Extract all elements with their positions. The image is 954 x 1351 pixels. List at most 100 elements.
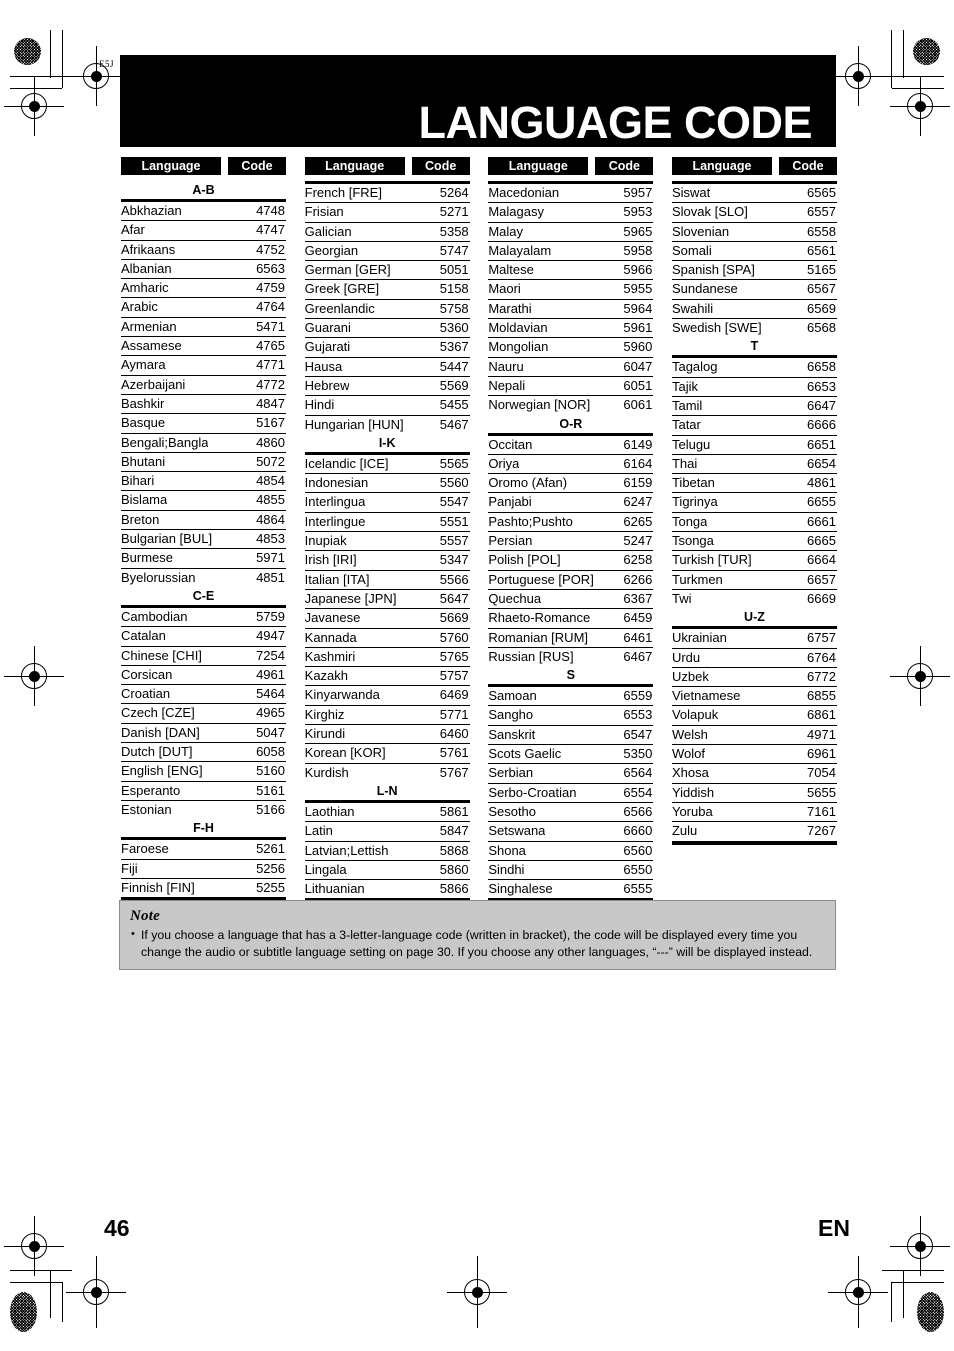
language-name: Indonesian xyxy=(304,475,369,491)
language-name: Sangho xyxy=(488,707,534,723)
language-code-value: 5261 xyxy=(256,841,285,857)
language-name: Samoan xyxy=(488,688,537,704)
table-row: Russian [RUS] 6467 xyxy=(488,648,653,666)
table-row: Sanskrit 6547 xyxy=(488,726,654,746)
language-code-value: 5471 xyxy=(256,318,285,334)
language-code-value: 6266 xyxy=(623,571,653,587)
table-row: Kannada 5760 xyxy=(304,629,470,648)
language-code-value: 5467 xyxy=(439,416,469,432)
density-dot xyxy=(10,1292,37,1332)
table-row: Somali 6561 xyxy=(671,242,837,262)
table-row: Irish [IRI] 5347 xyxy=(304,551,470,571)
language-name: Telugu xyxy=(671,436,711,452)
language-code-value: 7267 xyxy=(807,823,836,839)
imposition-code: E5J xyxy=(99,59,114,69)
table-row: Czech [CZE] 4965 xyxy=(121,704,286,724)
language-name: Setswana xyxy=(488,823,546,839)
language-name: Tatar xyxy=(671,417,701,433)
registration-mark xyxy=(4,76,64,136)
table-row: Inupiak 5557 xyxy=(304,532,470,552)
language-code-value: 4854 xyxy=(256,473,285,489)
language-name: Yoruba xyxy=(671,803,713,819)
language-name: Persian xyxy=(488,533,533,549)
language-name: Twi xyxy=(671,590,692,606)
language-code-value: 4772 xyxy=(256,376,285,392)
table-row: Georgian 5747 xyxy=(304,242,470,262)
language-code-value: 5647 xyxy=(439,590,469,606)
column-header-code: Code xyxy=(228,157,286,175)
language-code-value: 4759 xyxy=(256,280,285,296)
note-heading: Note xyxy=(130,908,160,924)
language-name: Thai xyxy=(671,455,698,471)
language-group: T Tagalog 6658 Tajik 6653 Tamil 6647 Tatar 6666 T… xyxy=(671,337,837,608)
language-name: Malay xyxy=(488,223,523,239)
table-row: Polish [POL] 6258 xyxy=(488,551,654,571)
language-name: Guarani xyxy=(304,320,351,336)
language-code-value: 6149 xyxy=(623,436,653,452)
registration-mark xyxy=(828,46,888,106)
table-row: Malay 5965 xyxy=(488,223,654,242)
table-row: Corsican 4961 xyxy=(121,666,286,686)
language-code-value: 5158 xyxy=(439,281,469,297)
table-row: Scots Gaelic 5350 xyxy=(488,745,654,765)
table-row: Aymara 4771 xyxy=(121,356,286,376)
language-name: Burmese xyxy=(121,550,174,566)
language-code-value: 4765 xyxy=(256,338,285,354)
table-row: Oriya 6164 xyxy=(488,455,654,475)
section-header: T xyxy=(750,339,759,354)
language-code-value: 5861 xyxy=(439,803,469,819)
table-row: Amharic 4759 xyxy=(121,279,286,299)
language-code-value: 7054 xyxy=(807,765,836,781)
crop-mark xyxy=(62,1282,63,1322)
language-name: Croatian xyxy=(121,686,171,702)
table-end-rule xyxy=(671,840,837,845)
language-code-value: 6558 xyxy=(807,223,836,239)
language-name: Czech [CZE] xyxy=(121,705,195,721)
language-code-value: 5247 xyxy=(623,533,653,549)
language-name: Lingala xyxy=(304,861,347,877)
language-name: Uzbek xyxy=(671,668,709,684)
language-name: Abkhazian xyxy=(121,203,182,218)
language-name: Bhutani xyxy=(121,453,166,469)
registration-mark xyxy=(890,646,950,706)
language-name: Volapuk xyxy=(671,707,719,723)
language-name: Sesotho xyxy=(488,803,537,819)
language-name: Marathi xyxy=(488,300,532,316)
language-name: Greenlandic xyxy=(304,300,375,316)
table-row: Twi 6669 xyxy=(672,590,837,608)
section-header: O-R xyxy=(559,416,583,431)
language-name: Maori xyxy=(488,281,521,297)
language-code-value: 6564 xyxy=(623,765,653,781)
table-row: Arabic 4764 xyxy=(121,298,286,318)
density-dot xyxy=(917,1292,944,1332)
density-dot xyxy=(14,38,41,65)
language-name: Byelorussian xyxy=(121,569,196,585)
language-name: Arabic xyxy=(121,299,158,315)
language-code-value: 5767 xyxy=(439,764,469,780)
language-name: Somali xyxy=(671,242,712,258)
title-banner: LANGUAGE CODE xyxy=(120,55,836,147)
language-code-value: 6764 xyxy=(807,649,836,665)
table-row: Kirundi 6460 xyxy=(304,725,470,745)
language-code-value: 6164 xyxy=(623,455,653,471)
language-code-value: 5759 xyxy=(256,608,285,624)
language-name: Nauru xyxy=(488,358,524,374)
table-row: Gujarati 5367 xyxy=(304,338,470,358)
language-name: Malagasy xyxy=(488,204,544,220)
language-name: Bislama xyxy=(121,492,168,508)
language-name: Macedonian xyxy=(488,185,560,200)
language-code-value: 6660 xyxy=(623,823,653,839)
language-code-value: 6647 xyxy=(807,397,836,413)
language-name: Slovak [SLO] xyxy=(671,204,748,220)
section-header: S xyxy=(566,668,575,683)
language-code-value: 4965 xyxy=(256,705,285,721)
language-code-value: 5560 xyxy=(439,475,469,491)
table-row: Moldavian 5961 xyxy=(488,319,654,339)
language-group: Siswat 6565 Slovak [SLO] 6557 Slovenian 6558 S… xyxy=(671,181,837,337)
language-code-value: 6469 xyxy=(439,687,469,703)
language-name: Esperanto xyxy=(121,782,181,798)
table-row: Dutch [DUT] 6058 xyxy=(121,743,286,763)
language-code-value: 4853 xyxy=(256,531,285,547)
language-name: Siswat xyxy=(671,185,711,200)
language-name: Chinese [CHI] xyxy=(121,647,202,663)
